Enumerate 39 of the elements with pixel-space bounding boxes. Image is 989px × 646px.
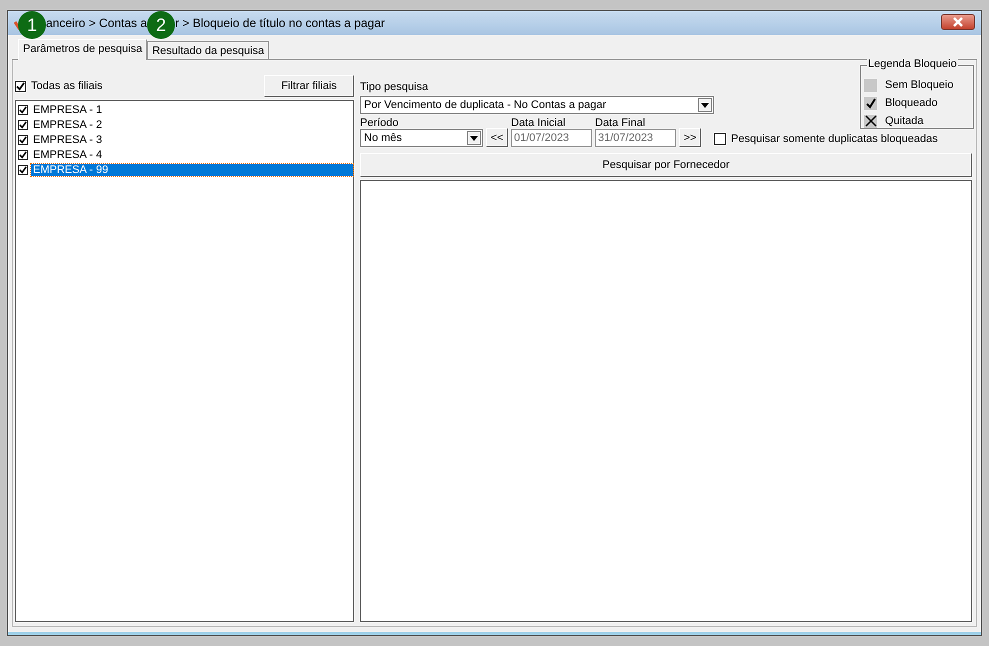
list-item[interactable]: EMPRESA - 4 xyxy=(31,148,353,160)
field-label: Tipo pesquisa xyxy=(360,81,430,93)
cross-icon xyxy=(864,114,877,128)
search-button[interactable]: Pesquisar por Fornecedor xyxy=(360,153,972,177)
list-item[interactable]: EMPRESA - 99 xyxy=(31,164,353,176)
checkbox[interactable] xyxy=(18,134,28,144)
step-marker: 1 xyxy=(18,11,46,39)
list-item[interactable]: EMPRESA - 1 xyxy=(31,104,353,116)
previous-button[interactable]: << xyxy=(486,128,508,147)
checkbox-label: Pesquisar somente duplicatas bloqueadas xyxy=(731,133,938,145)
list-item[interactable]: EMPRESA - 3 xyxy=(31,134,353,146)
checkbox[interactable] xyxy=(15,80,26,92)
field-label: Data Final xyxy=(595,117,646,129)
search-type-dropdown[interactable]: Por Vencimento de duplicata - No Contas a pagar xyxy=(360,96,714,114)
checkbox[interactable] xyxy=(18,164,28,174)
check-icon xyxy=(864,96,877,110)
list-item[interactable]: EMPRESA - 2 xyxy=(31,118,353,130)
close-button[interactable] xyxy=(941,14,975,30)
window-title: anceiro > Contas a xyxy=(46,16,148,30)
step-marker: 2 xyxy=(147,11,176,39)
blank-square-icon xyxy=(864,78,877,92)
field-label: Período xyxy=(360,117,400,129)
window-title: r > Bloqueio de título no contas a pagar xyxy=(175,16,385,30)
filter-button[interactable]: Filtrar filiais xyxy=(264,75,354,97)
legend-title: Legenda Bloqueio xyxy=(867,58,958,70)
legend-label: Bloqueado xyxy=(885,97,938,109)
close-icon xyxy=(952,17,964,27)
checkbox[interactable] xyxy=(714,133,726,145)
period-dropdown[interactable]: No mês xyxy=(360,129,483,147)
checkbox[interactable] xyxy=(18,104,28,114)
tab[interactable]: Parâmetros de pesquisa xyxy=(18,39,148,60)
checkbox-label: Todas as filiais xyxy=(31,80,103,92)
legend-label: Quitada xyxy=(885,115,924,127)
checkbox[interactable] xyxy=(18,120,28,130)
legend-label: Sem Bloqueio xyxy=(885,79,954,91)
tab[interactable]: Resultado da pesquisa xyxy=(147,41,270,59)
checkbox[interactable] xyxy=(18,150,28,160)
next-button[interactable]: >> xyxy=(679,128,701,147)
field-label: Data Inicial xyxy=(511,117,566,129)
